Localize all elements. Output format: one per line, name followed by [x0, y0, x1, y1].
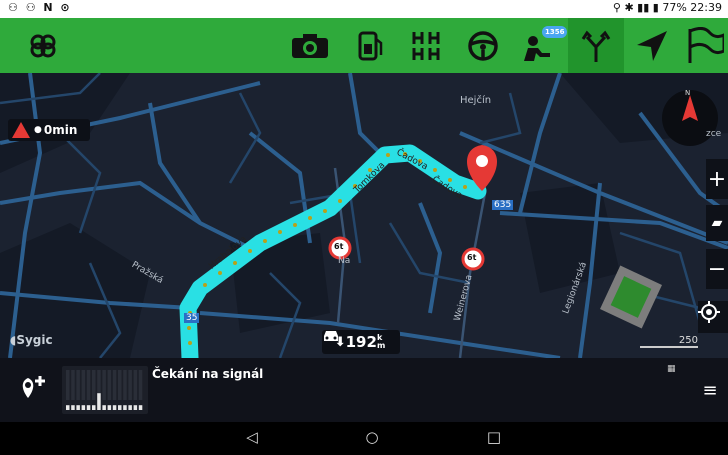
delay-chip[interactable]: ● 0min	[8, 119, 90, 141]
signal-bar-background	[76, 370, 80, 400]
signal-bar	[107, 405, 112, 410]
layers-icon[interactable]: ▰	[706, 205, 728, 241]
map-view[interactable]: Hejčín Čadova Čadova Tomkova Hrabalova P…	[0, 73, 728, 358]
android-nav-bar: ◁ ○ □	[0, 422, 728, 455]
traffic-warning-icon	[12, 122, 30, 138]
map-label-hejcin: Hejčín	[460, 95, 492, 106]
zoom-out-button[interactable]: −	[706, 249, 728, 289]
signal-bar-background	[92, 370, 96, 400]
signal-bar	[97, 393, 101, 410]
sygic-logo: ◖Sygic	[10, 333, 53, 347]
road-number-35: 35	[184, 313, 200, 323]
signal-bar-background	[81, 370, 86, 400]
map-canvas	[0, 73, 728, 358]
signal-bar	[71, 405, 75, 410]
steering-wheel-icon[interactable]	[455, 18, 510, 73]
signal-bar-background	[128, 370, 132, 400]
signal-graph-canvas	[66, 370, 143, 410]
map-label-na: Na	[338, 256, 351, 266]
signal-bar-background	[112, 370, 117, 400]
bottom-panel: Čekání na signál ▦ ≡	[0, 358, 728, 422]
signal-icon: ▮▮	[637, 1, 650, 14]
signal-bar	[81, 405, 86, 410]
signal-bar	[92, 405, 96, 410]
signal-bar	[128, 405, 132, 410]
status-bar: ⚇ ⚇ N ⊙ ⚲ ✱ ▮▮ ▮ 77% 22:39	[0, 0, 728, 18]
top-toolbar: 1356	[0, 18, 728, 73]
status-right: ⚲ ✱ ▮▮ ▮ 77% 22:39	[613, 1, 722, 14]
grid-icon[interactable]: ▦	[667, 364, 676, 374]
signal-bar	[123, 405, 127, 410]
recents-icon[interactable]: □	[482, 428, 506, 448]
distance-chip[interactable]: ⬇ 192 k m	[322, 330, 400, 354]
battery-icon: ▮	[652, 1, 659, 14]
signal-bar	[118, 405, 122, 410]
signal-bar-background	[102, 370, 106, 400]
clock-text: 22:39	[690, 1, 722, 14]
bluetooth-icon: ✱	[624, 1, 634, 14]
signal-bar-background	[66, 370, 70, 400]
locate-me-icon[interactable]	[698, 301, 728, 333]
road-number-635: 635	[492, 200, 514, 210]
delay-dot-icon: ●	[34, 125, 42, 135]
zoom-in-button[interactable]: +	[706, 159, 728, 199]
signal-bar	[102, 405, 106, 410]
parking-grid-icon[interactable]	[398, 18, 453, 73]
delay-value: 0min	[43, 123, 78, 137]
signal-bar-background	[133, 370, 138, 400]
route-fork-icon[interactable]	[568, 18, 624, 73]
signal-bar-background	[86, 370, 91, 400]
signal-graph	[62, 366, 148, 414]
distance-value: 192	[345, 333, 377, 351]
signal-status-text: Čekání na signál	[152, 367, 264, 381]
battery-text: 77%	[662, 1, 687, 14]
map-scale: 250	[640, 335, 698, 348]
status-left-icons: ⚇ ⚇ N ⊙	[8, 1, 72, 14]
navigate-arrow-icon[interactable]	[626, 18, 678, 73]
signal-bar	[112, 405, 117, 410]
signal-bar	[138, 405, 143, 410]
map-edge-label: zce	[706, 129, 722, 139]
signal-bar-background	[107, 370, 112, 400]
signal-bar	[133, 405, 138, 410]
signal-bar-background	[138, 370, 143, 400]
signal-bar	[86, 405, 91, 410]
signal-bar-background	[71, 370, 75, 400]
flag-icon[interactable]	[680, 18, 728, 73]
signal-bar	[66, 405, 70, 410]
signal-bar	[76, 405, 80, 410]
distance-unit-m: m	[376, 341, 386, 350]
traffic-report-icon[interactable]: 1356	[512, 18, 568, 73]
fuel-icon[interactable]	[343, 18, 397, 73]
signal-bar-background	[118, 370, 122, 400]
location-status-icon: ⚲	[612, 1, 621, 14]
compass-north-label: N	[685, 89, 691, 97]
speed-sign-2: 6t	[467, 253, 477, 262]
camera-icon[interactable]	[283, 18, 337, 73]
menu-logo-icon[interactable]	[20, 18, 65, 73]
menu-hamburger-icon[interactable]: ≡	[696, 378, 724, 404]
add-waypoint-icon[interactable]	[18, 372, 48, 402]
home-icon[interactable]: ○	[360, 428, 384, 448]
signal-bar-background	[123, 370, 127, 400]
speed-sign-1: 6t	[334, 242, 344, 251]
traffic-badge: 1356	[542, 26, 568, 38]
back-icon[interactable]: ◁	[240, 428, 264, 448]
